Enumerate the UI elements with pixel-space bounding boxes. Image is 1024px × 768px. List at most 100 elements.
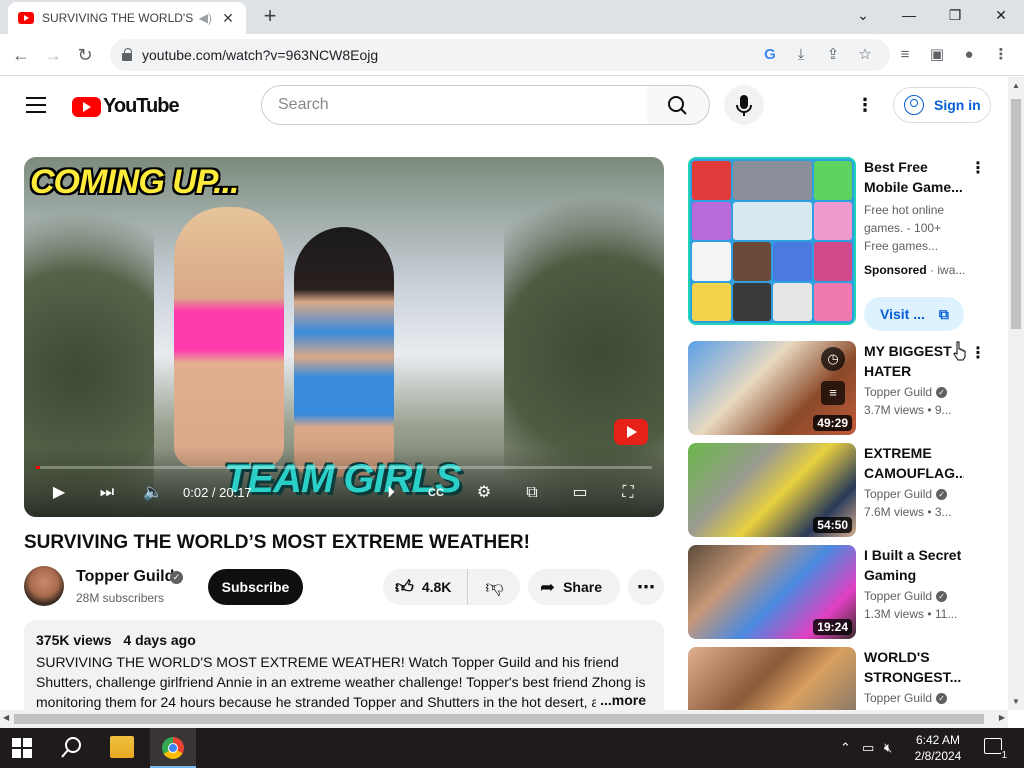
autoplay-toggle[interactable]: ⏵ <box>376 479 406 507</box>
verified-check-icon: ✓ <box>936 591 948 603</box>
media-control-icon[interactable]: ≡ <box>892 42 918 68</box>
subtitles-cc-icon[interactable]: CC <box>422 479 450 507</box>
video-title[interactable]: MY BIGGEST HATER RUINE... <box>864 341 964 381</box>
subscribe-button[interactable]: Subscribe <box>208 569 303 605</box>
clock-date: 2/8/2024 <box>914 749 962 763</box>
video-more-icon[interactable]: ⋮ <box>970 343 986 363</box>
volume-icon[interactable]: 🔈 <box>140 479 166 507</box>
file-explorer-icon[interactable] <box>110 736 134 758</box>
minimize-button[interactable]: — <box>886 0 932 30</box>
more-actions-button[interactable]: ⋯ <box>628 569 664 605</box>
recommended-video[interactable]: WORLD'S STRONGEST... Topper Guild ✓ <box>688 647 998 710</box>
horizontal-scrollbar[interactable]: ◀ ▶ <box>0 710 1008 728</box>
chrome-taskbar-icon[interactable] <box>150 728 196 768</box>
restore-button[interactable]: ❐ <box>932 0 978 30</box>
back-arrow-icon[interactable]: ← <box>6 40 36 70</box>
show-more-link[interactable]: ...more <box>596 692 646 708</box>
description-text: SURVIVING THE WORLD'S MOST EXTREME WEATH… <box>36 654 646 710</box>
watch-later-clock-icon[interactable]: ◷ <box>821 347 845 371</box>
description-box[interactable]: 375K views 4 days ago SURVIVING THE WORL… <box>24 620 664 720</box>
sign-in-label: Sign in <box>934 97 981 113</box>
settings-more-icon[interactable]: ⋮ <box>856 93 874 117</box>
video-thumbnail[interactable]: 54:50 <box>688 443 856 537</box>
bookmark-star-icon[interactable]: ☆ <box>852 42 878 68</box>
like-button[interactable]: 👍︎ 4.8K <box>383 569 468 605</box>
close-window-button[interactable]: ✕ <box>978 0 1024 30</box>
channel-name[interactable]: Topper Guild <box>76 568 174 586</box>
profile-icon[interactable]: ● <box>956 42 982 68</box>
browser-tab[interactable]: SURVIVING THE WORLD'S M ◀) ✕ <box>8 2 246 34</box>
fullscreen-icon[interactable]: ⛶ <box>614 479 642 507</box>
video-title[interactable]: EXTREME CAMOUFLAG... <box>864 443 964 483</box>
channel-watermark-icon[interactable] <box>614 419 648 445</box>
sign-in-button[interactable]: Sign in <box>893 87 991 123</box>
search-button[interactable] <box>647 85 710 125</box>
youtube-logo[interactable]: YouTube <box>72 95 180 118</box>
play-icon[interactable]: ▶ <box>46 479 72 507</box>
video-player[interactable]: COMING UP... TEAM GIRLS ▶ ⏭ 🔈 0:02 / 20:… <box>24 157 664 517</box>
notifications-icon[interactable] <box>984 738 1007 761</box>
video-stats: 1.3M views • 11... <box>864 607 958 621</box>
tab-search-icon[interactable]: ⌄ <box>840 0 886 30</box>
add-to-queue-icon[interactable]: ≡ <box>821 381 845 405</box>
theater-mode-icon[interactable]: ▭ <box>566 479 594 507</box>
url-text[interactable]: youtube.com/watch?v=963NCW8Eojg <box>142 47 378 63</box>
ad-thumbnail-tile <box>692 282 731 321</box>
video-thumbnail[interactable]: ◷ ≡ 49:29 <box>688 341 856 435</box>
forward-arrow-icon[interactable]: → <box>38 40 68 70</box>
network-icon[interactable]: ▭ <box>862 740 874 756</box>
progress-played <box>36 466 40 469</box>
ad-more-icon[interactable]: ⋮ <box>970 158 986 178</box>
voice-search-button[interactable] <box>724 85 764 125</box>
new-tab-button[interactable]: + <box>258 4 282 28</box>
recommended-video[interactable]: ◷ ≡ 49:29 MY BIGGEST HATER RUINE... Topp… <box>688 341 998 435</box>
video-thumbnail[interactable]: 19:24 <box>688 545 856 639</box>
scroll-up-arrow-icon[interactable]: ▲ <box>1012 81 1020 90</box>
search-input[interactable]: Search <box>261 85 648 125</box>
video-title[interactable]: WORLD'S STRONGEST... <box>864 647 964 687</box>
ad-thumbnail-tile <box>732 201 812 240</box>
video-thumbnail[interactable] <box>688 647 856 710</box>
video-title[interactable]: I Built a Secret Gaming Room... <box>864 545 964 585</box>
menu-hamburger-icon[interactable] <box>26 97 46 113</box>
scrollbar-thumb[interactable] <box>1011 99 1021 329</box>
windows-start-icon[interactable] <box>12 738 32 758</box>
browser-menu-icon[interactable]: ⋮ <box>988 42 1014 68</box>
video-duration: 54:50 <box>813 517 852 533</box>
channel-avatar[interactable] <box>24 566 64 606</box>
volume-muted-icon[interactable]: 🔇︎ <box>884 740 892 756</box>
next-video-icon[interactable]: ⏭ <box>94 479 120 507</box>
google-translate-icon[interactable]: G <box>757 42 783 68</box>
lock-icon[interactable] <box>122 48 132 61</box>
scroll-right-arrow-icon[interactable]: ▶ <box>999 713 1005 722</box>
side-panel-icon[interactable]: ▣ <box>924 42 950 68</box>
miniplayer-icon[interactable]: ⧉ <box>518 479 546 507</box>
taskbar-search-icon[interactable] <box>58 734 86 762</box>
dislike-button[interactable]: 👎︎ <box>469 569 520 605</box>
settings-gear-icon[interactable]: ⚙ <box>470 479 498 507</box>
ad-title[interactable]: Best Free Mobile Game... <box>864 157 964 197</box>
visit-label: Visit ... <box>880 306 925 322</box>
close-tab-icon[interactable]: ✕ <box>220 10 236 27</box>
scroll-down-arrow-icon[interactable]: ▼ <box>1012 697 1020 706</box>
taskbar-clock[interactable]: 6:42 AM 2/8/2024 <box>906 732 970 764</box>
sponsored-label: Sponsored <box>864 263 927 277</box>
show-hidden-icons-chevron-icon[interactable]: ⌃ <box>840 740 851 756</box>
verified-check-icon: ✓ <box>170 571 183 584</box>
audio-playing-icon[interactable]: ◀) <box>199 11 212 25</box>
install-app-icon[interactable]: ⤓ <box>788 42 814 68</box>
scrollbar-thumb[interactable] <box>14 714 984 724</box>
recommended-video[interactable]: 19:24 I Built a Secret Gaming Room... To… <box>688 545 998 639</box>
reload-icon[interactable]: ↻ <box>70 40 100 70</box>
scroll-left-arrow-icon[interactable]: ◀ <box>3 713 9 722</box>
youtube-header: YouTube Search ⋮ Sign in <box>0 77 1008 133</box>
share-button[interactable]: ➦ Share <box>528 569 620 605</box>
video-duration: 19:24 <box>813 619 852 635</box>
ad-thumbnail[interactable] <box>688 157 856 325</box>
share-page-icon[interactable]: ⇪ <box>820 42 846 68</box>
progress-bar[interactable] <box>36 466 652 469</box>
visit-site-button[interactable]: Visit ... ⧉ <box>864 297 964 331</box>
user-icon <box>904 95 924 115</box>
vertical-scrollbar[interactable]: ▲ ▼ <box>1008 77 1024 710</box>
recommended-video[interactable]: 54:50 EXTREME CAMOUFLAG... Topper Guild ✓… <box>688 443 998 537</box>
